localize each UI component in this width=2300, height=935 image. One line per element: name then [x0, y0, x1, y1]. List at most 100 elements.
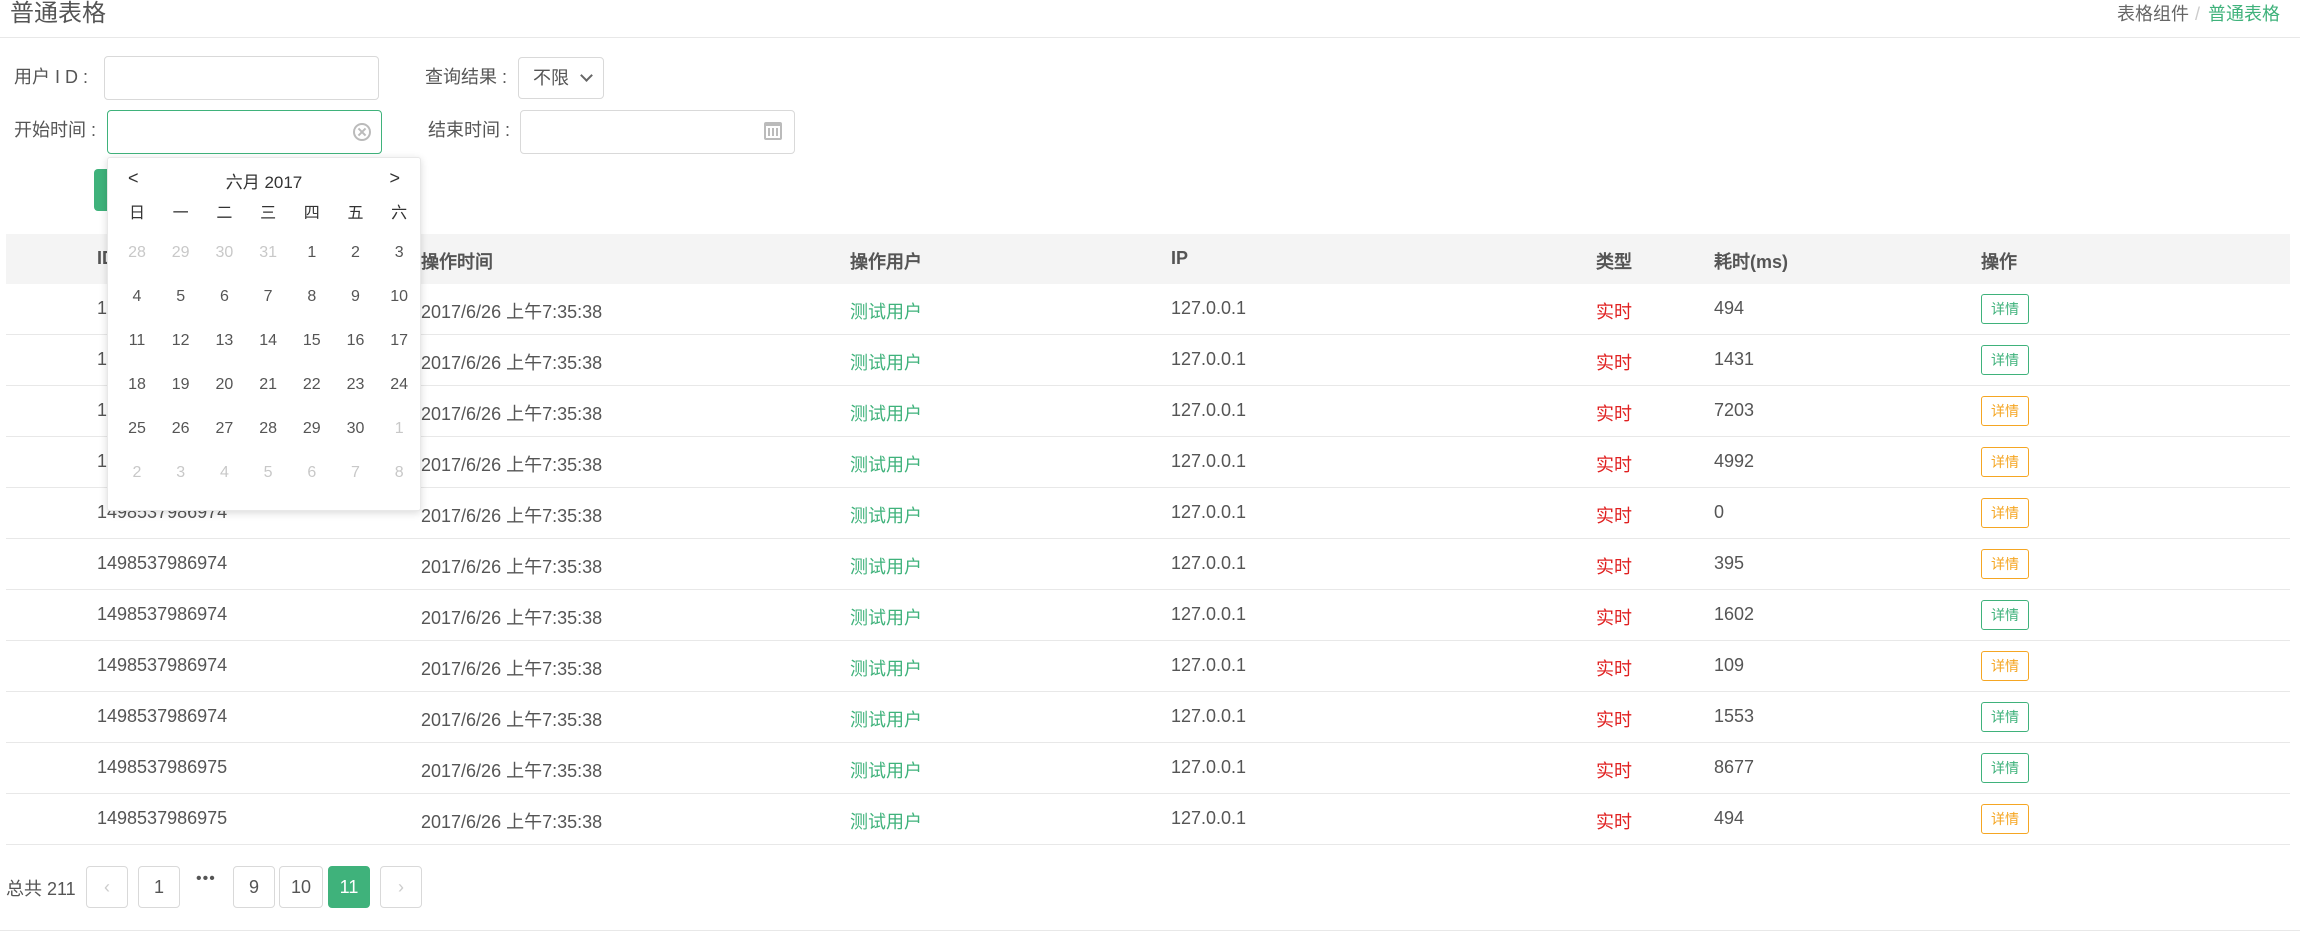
calendar-day[interactable]: 2: [334, 244, 378, 262]
calendar-day[interactable]: 8: [377, 464, 421, 482]
pagination-page-1[interactable]: 1: [138, 866, 180, 908]
calendar-icon[interactable]: [764, 122, 782, 140]
calendar-day[interactable]: 25: [115, 420, 159, 438]
calendar-day[interactable]: 31: [246, 244, 290, 262]
calendar-day[interactable]: 13: [202, 332, 246, 350]
detail-button[interactable]: 详情: [1981, 345, 2029, 375]
calendar-day[interactable]: 29: [290, 420, 334, 438]
cell-cost: 494: [1714, 808, 1745, 828]
calendar-day[interactable]: 3: [159, 464, 203, 482]
calendar-day[interactable]: 26: [159, 420, 203, 438]
cell-ip: 127.0.0.1: [1171, 808, 1247, 828]
calendar-day[interactable]: 8: [290, 288, 334, 306]
calendar-day[interactable]: 17: [377, 332, 421, 350]
pagination-page-9[interactable]: 9: [233, 866, 275, 908]
detail-button[interactable]: 详情: [1981, 753, 2029, 783]
start-time-input[interactable]: [107, 110, 382, 154]
pagination-next-button[interactable]: ›: [380, 866, 422, 908]
detail-button[interactable]: 详情: [1981, 549, 2029, 579]
end-time-input[interactable]: [520, 110, 795, 154]
calendar-day[interactable]: 15: [290, 332, 334, 350]
next-month-button[interactable]: >: [389, 168, 400, 189]
calendar-day[interactable]: 6: [202, 288, 246, 306]
calendar-day[interactable]: 24: [377, 376, 421, 394]
pagination-page-11[interactable]: 11: [328, 866, 370, 908]
calendar-day[interactable]: 14: [246, 332, 290, 350]
calendar-day[interactable]: 4: [115, 288, 159, 306]
detail-button[interactable]: 详情: [1981, 804, 2029, 834]
cell-cost: 7203: [1714, 400, 1755, 420]
calendar-day[interactable]: 5: [246, 464, 290, 482]
column-header-user: 操作用户: [850, 252, 922, 272]
user-id-label: 用户 I D :: [14, 67, 89, 87]
weekday-label: 一: [172, 205, 189, 222]
calendar-day[interactable]: 28: [115, 244, 159, 262]
calendar-day[interactable]: 12: [159, 332, 203, 350]
detail-button[interactable]: 详情: [1981, 396, 2029, 426]
weekday-label: 五: [347, 205, 364, 222]
calendar-day[interactable]: 22: [290, 376, 334, 394]
pagination-ellipsis[interactable]: •••: [196, 870, 216, 888]
cell-user[interactable]: 测试用户: [850, 298, 922, 324]
calendar-day[interactable]: 28: [246, 420, 290, 438]
cell-time: 2017/6/26 上午7:35:38: [421, 455, 603, 475]
calendar-day[interactable]: 1: [290, 244, 334, 262]
cell-time: 2017/6/26 上午7:35:38: [421, 353, 603, 373]
calendar-day[interactable]: 1: [377, 420, 421, 438]
cell-user[interactable]: 测试用户: [850, 502, 922, 528]
cell-time: 2017/6/26 上午7:35:38: [421, 761, 603, 781]
calendar-day[interactable]: 21: [246, 376, 290, 394]
calendar-day[interactable]: 27: [202, 420, 246, 438]
detail-button[interactable]: 详情: [1981, 702, 2029, 732]
query-result-select[interactable]: 不限: [518, 57, 604, 99]
calendar-day[interactable]: 20: [202, 376, 246, 394]
cell-cost: 1431: [1714, 349, 1755, 369]
calendar-day[interactable]: 7: [334, 464, 378, 482]
calendar-day[interactable]: 18: [115, 376, 159, 394]
pagination-total: 总共 211: [6, 879, 76, 899]
calendar-day[interactable]: 5: [159, 288, 203, 306]
breadcrumb-current: 普通表格: [2208, 4, 2280, 24]
cell-ip: 127.0.0.1: [1171, 451, 1247, 471]
calendar-day[interactable]: 19: [159, 376, 203, 394]
calendar-day[interactable]: 29: [159, 244, 203, 262]
cell-cost: 0: [1714, 502, 1725, 522]
detail-button[interactable]: 详情: [1981, 447, 2029, 477]
calendar-day[interactable]: 11: [115, 332, 159, 350]
cell-user[interactable]: 测试用户: [850, 808, 922, 834]
detail-button[interactable]: 详情: [1981, 294, 2029, 324]
cell-id: 1498537986974: [97, 706, 228, 726]
pagination-prev-button[interactable]: ‹: [86, 866, 128, 908]
pagination-page-10[interactable]: 10: [279, 866, 323, 908]
cell-user[interactable]: 测试用户: [850, 553, 922, 579]
cell-user[interactable]: 测试用户: [850, 604, 922, 630]
calendar-day[interactable]: 30: [202, 244, 246, 262]
detail-button[interactable]: 详情: [1981, 600, 2029, 630]
calendar-day[interactable]: 6: [290, 464, 334, 482]
breadcrumb: 表格组件 / 普通表格: [2117, 0, 2280, 28]
column-header-cost: 耗时(ms): [1714, 252, 1789, 272]
cell-user[interactable]: 测试用户: [850, 706, 922, 732]
cell-id: 1: [97, 298, 108, 318]
detail-button[interactable]: 详情: [1981, 651, 2029, 681]
calendar-day[interactable]: 10: [377, 288, 421, 306]
calendar-day[interactable]: 23: [334, 376, 378, 394]
calendar-day[interactable]: 3: [377, 244, 421, 262]
calendar-day[interactable]: 16: [334, 332, 378, 350]
weekday-label: 日: [128, 205, 145, 222]
calendar-day[interactable]: 7: [246, 288, 290, 306]
cell-user[interactable]: 测试用户: [850, 655, 922, 681]
cell-user[interactable]: 测试用户: [850, 349, 922, 375]
cell-user[interactable]: 测试用户: [850, 400, 922, 426]
calendar-day[interactable]: 9: [334, 288, 378, 306]
user-id-input[interactable]: [104, 56, 379, 100]
cell-user[interactable]: 测试用户: [850, 757, 922, 783]
breadcrumb-parent[interactable]: 表格组件: [2117, 4, 2189, 24]
detail-button[interactable]: 详情: [1981, 498, 2029, 528]
calendar-day[interactable]: 4: [202, 464, 246, 482]
calendar-day[interactable]: 2: [115, 464, 159, 482]
cell-user[interactable]: 测试用户: [850, 451, 922, 477]
clear-icon[interactable]: [353, 123, 371, 141]
calendar-day[interactable]: 30: [334, 420, 378, 438]
search-button[interactable]: [94, 169, 108, 211]
